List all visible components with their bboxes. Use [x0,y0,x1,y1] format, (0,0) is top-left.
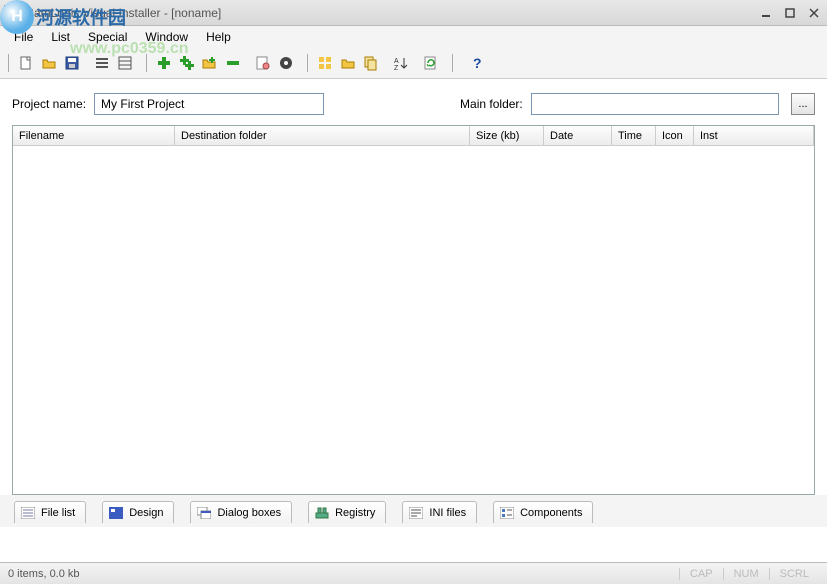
tab-label: Registry [335,507,375,519]
browse-button[interactable]: ... [791,93,815,115]
add-folder-icon[interactable] [199,52,221,74]
folder-icon[interactable] [337,52,359,74]
menu-help[interactable]: Help [198,28,239,46]
details-icon[interactable] [114,52,136,74]
table-body[interactable] [13,146,814,494]
table-header: Filename Destination folder Size (kb) Da… [13,126,814,146]
menubar: File List Special Window Help [0,26,827,48]
app-icon [4,5,20,21]
statusbar: 0 items, 0.0 kb CAP NUM SCRL [0,562,827,584]
menu-special[interactable]: Special [80,28,135,46]
tab-file-list[interactable]: File list [14,501,86,523]
tab-label: INI files [429,507,466,519]
open-icon[interactable] [38,52,60,74]
tab-label: Dialog boxes [217,507,281,519]
yellow-grid-icon[interactable] [314,52,336,74]
svg-text:Z: Z [394,65,399,71]
properties-icon[interactable] [252,52,274,74]
bottom-tabs: File list Design Dialog boxes Registry I… [0,495,827,527]
remove-icon[interactable] [222,52,244,74]
titlebar: SamLogic Visual Installer - [noname] [0,0,827,26]
registry-icon [315,507,329,519]
tab-label: Design [129,507,163,519]
col-filename[interactable]: Filename [13,126,175,145]
project-name-input[interactable] [94,93,324,115]
project-name-label: Project name: [12,97,86,111]
menu-window[interactable]: Window [137,28,196,46]
tab-ini-files[interactable]: INI files [402,501,477,523]
status-scrl: SCRL [769,568,819,580]
main-folder-label: Main folder: [460,97,523,111]
status-cap: CAP [679,568,723,580]
col-time[interactable]: Time [612,126,656,145]
svg-text:?: ? [473,55,482,71]
main-folder-input[interactable] [531,93,779,115]
menu-file[interactable]: File [6,28,41,46]
components-icon [500,507,514,519]
col-icon[interactable]: Icon [656,126,694,145]
refresh-icon[interactable] [420,52,442,74]
add-multi-icon[interactable] [176,52,198,74]
window-title: SamLogic Visual Installer - [noname] [26,6,221,20]
maximize-button[interactable] [781,6,799,20]
tab-design[interactable]: Design [102,501,174,523]
tab-components[interactable]: Components [493,501,593,523]
list-icon [21,507,35,519]
tab-label: File list [41,507,75,519]
dialog-icon [197,507,211,519]
ini-icon [409,507,423,519]
toolbar: AZ ? [6,52,821,74]
menu-list[interactable]: List [43,28,78,46]
close-button[interactable] [805,6,823,20]
file-table: Filename Destination folder Size (kb) Da… [12,125,815,495]
copy-icon[interactable] [360,52,382,74]
sort-icon[interactable]: AZ [390,52,412,74]
design-icon [109,507,123,519]
col-date[interactable]: Date [544,126,612,145]
col-destination[interactable]: Destination folder [175,126,470,145]
form-row: Project name: Main folder: ... [0,79,827,125]
col-inst[interactable]: Inst [694,126,814,145]
save-icon[interactable] [61,52,83,74]
disk-icon[interactable] [275,52,297,74]
status-num: NUM [723,568,769,580]
col-size[interactable]: Size (kb) [470,126,544,145]
status-text: 0 items, 0.0 kb [8,568,80,580]
list-icon[interactable] [91,52,113,74]
new-icon[interactable] [15,52,37,74]
minimize-button[interactable] [757,6,775,20]
svg-text:A: A [394,58,399,65]
tab-label: Components [520,507,582,519]
tab-dialog-boxes[interactable]: Dialog boxes [190,501,292,523]
help-icon[interactable]: ? [466,52,488,74]
tab-registry[interactable]: Registry [308,501,386,523]
add-icon[interactable] [153,52,175,74]
